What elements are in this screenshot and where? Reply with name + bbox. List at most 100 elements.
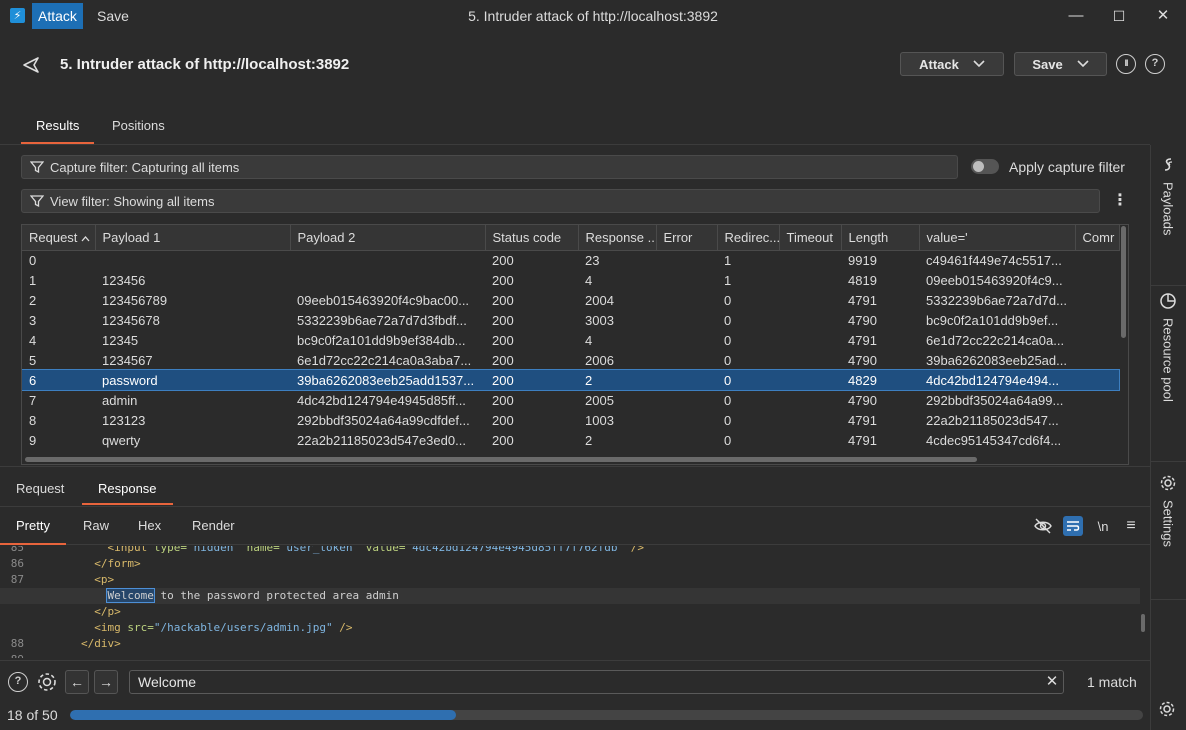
code-text: </div> [28, 636, 121, 652]
tab-request[interactable]: Request [0, 475, 80, 505]
sidebar-item-payloads[interactable]: Payloads [1150, 152, 1186, 286]
table-cell-error [656, 290, 717, 310]
more-options-icon[interactable]: ⋮ [1112, 192, 1128, 210]
column-header-timeout[interactable]: Timeout [779, 225, 842, 251]
tab-response[interactable]: Response [82, 475, 173, 505]
table-cell-error [656, 310, 717, 330]
help-icon[interactable]: ? [8, 672, 28, 692]
code-text: </p> [28, 604, 121, 620]
table-cell-comment [1075, 330, 1119, 350]
tab-render[interactable]: Render [176, 507, 251, 545]
table-cell-request: 0 [29, 252, 37, 268]
column-header-status[interactable]: Status code [485, 225, 579, 251]
sidebar-item-settings[interactable]: Settings [1150, 470, 1186, 600]
table-cell-value: 09eeb015463920f4c9... [926, 272, 1063, 288]
tab-results[interactable]: Results [21, 110, 95, 144]
table-cell-comment [1075, 370, 1119, 390]
menu-attack[interactable]: Attack [32, 3, 83, 29]
table-cell-status: 200 [492, 392, 514, 408]
table-cell-status: 200 [492, 292, 514, 308]
tab-hex[interactable]: Hex [122, 507, 177, 545]
table-row[interactable]: 0 200 23 1 9919 c49461f449e74c5517... [22, 250, 1119, 270]
table-cell-request: 4 [29, 332, 37, 348]
tab-raw[interactable]: Raw [67, 507, 125, 545]
newline-toggle-icon[interactable]: \n [1093, 516, 1113, 536]
column-header-request[interactable]: Request [22, 225, 96, 251]
code-token: name= [246, 546, 280, 554]
close-button[interactable]: ✕ [1151, 4, 1175, 28]
hide-non-printable-icon[interactable] [1033, 516, 1053, 536]
code-line: 86 </form> [0, 556, 1140, 572]
column-header-length[interactable]: Length [841, 225, 920, 251]
table-cell-comment [1075, 350, 1119, 370]
minimize-button[interactable]: — [1064, 4, 1088, 28]
table-row[interactable]: 8 123123 292bbdf35024a64a99cdfdef... 200 100… [22, 410, 1119, 430]
code-token: <input [107, 546, 154, 554]
table-cell-response: 2004 [585, 292, 614, 308]
code-text: </form> [28, 556, 141, 572]
table-cell-redirects: 0 [724, 392, 732, 408]
settings-icon[interactable] [1158, 700, 1176, 718]
table-cell-payload1: 123123 [102, 412, 146, 428]
tab-positions[interactable]: Positions [97, 110, 180, 144]
tab-pretty[interactable]: Pretty [0, 507, 66, 545]
tabs-divider [0, 144, 1150, 145]
view-filter-label: View filter: Showing all items [50, 193, 215, 209]
pause-icon[interactable]: II [1116, 54, 1136, 74]
table-row[interactable]: 7 admin 4dc42bd124794e4945d85ff... 200 2005 0… [22, 390, 1119, 410]
word-wrap-icon[interactable] [1063, 516, 1083, 536]
capture-filter-bar[interactable]: Capture filter: Capturing all items [21, 155, 958, 179]
table-vertical-scrollbar[interactable] [1121, 226, 1126, 338]
table-row[interactable]: 3 12345678 5332239b6ae72a7d7d3fbdf... 200 30… [22, 310, 1119, 330]
next-match-button[interactable]: → [94, 670, 118, 694]
table-cell-length: 4791 [848, 332, 877, 348]
save-dropdown-button[interactable]: Save [1014, 52, 1107, 76]
column-header-response[interactable]: Response ... [578, 225, 657, 251]
sidebar-resource-pool-label: Resource pool [1160, 318, 1176, 402]
table-cell-response: 4 [585, 272, 593, 288]
table-cell-request: 5 [29, 352, 37, 368]
table-cell-payload2 [290, 270, 485, 290]
sidebar-item-resource-pool[interactable]: Resource pool [1150, 288, 1186, 462]
column-header-payload1[interactable]: Payload 1 [95, 225, 291, 251]
menu-icon[interactable]: ≡ [1121, 516, 1141, 536]
search-input[interactable] [129, 670, 1064, 694]
previous-match-button[interactable]: ← [65, 670, 89, 694]
toggle-knob [973, 161, 984, 172]
back-icon[interactable] [20, 54, 42, 76]
editor-scrollbar[interactable] [1141, 614, 1145, 632]
table-row[interactable]: 1 123456 200 4 1 4819 09eeb015463920f4c9... [22, 270, 1119, 290]
clear-search-icon[interactable]: ✕ [1044, 673, 1060, 691]
maximize-button[interactable]: ☐ [1107, 4, 1131, 28]
table-cell-payload2: 4dc42bd124794e4945d85ff... [297, 392, 466, 408]
panel-divider [0, 466, 1150, 467]
table-row[interactable]: 6 password 39ba6262083eeb25add1537... 200 2 0… [22, 369, 1120, 391]
help-icon[interactable]: ? [1145, 54, 1165, 74]
view-filter-bar[interactable]: View filter: Showing all items [21, 189, 1100, 213]
column-header-error[interactable]: Error [656, 225, 718, 251]
table-row[interactable]: 4 12345 bc9c0f2a101dd9b9ef384db... 200 4 0 479… [22, 330, 1119, 350]
table-cell-response: 2 [585, 432, 593, 448]
table-cell-comment [1075, 270, 1119, 290]
table-row[interactable]: 9 qwerty 22a2b21185023d547e3ed0... 200 2 0 479… [22, 430, 1119, 450]
table-cell-request: 3 [29, 312, 37, 328]
table-cell-comment [1075, 290, 1119, 310]
table-row[interactable]: 2 123456789 09eeb015463920f4c9bac00... 200 2… [22, 290, 1119, 310]
table-cell-value: 6e1d72cc22c214ca0a... [926, 332, 1065, 348]
table-cell-response: 4 [585, 332, 593, 348]
menu-save[interactable]: Save [97, 3, 129, 29]
response-editor[interactable]: 85 <input type="hidden" name="user_token… [0, 546, 1140, 658]
column-header-payload2[interactable]: Payload 2 [290, 225, 486, 251]
table-cell-timeout [779, 290, 841, 310]
line-number: 88 [10, 637, 24, 650]
code-token: </form> [94, 557, 141, 570]
column-header-comment[interactable]: Comr [1075, 225, 1120, 251]
table-row[interactable]: 5 1234567 6e1d72cc22c214ca0a3aba7... 200 200… [22, 350, 1119, 370]
attack-dropdown-button[interactable]: Attack [900, 52, 1004, 76]
chevron-down-icon [973, 60, 985, 68]
column-header-redirects[interactable]: Redirec... [717, 225, 780, 251]
column-header-value[interactable]: value=' [919, 225, 1076, 251]
table-horizontal-scrollbar[interactable] [25, 457, 977, 462]
settings-icon[interactable] [36, 671, 58, 693]
